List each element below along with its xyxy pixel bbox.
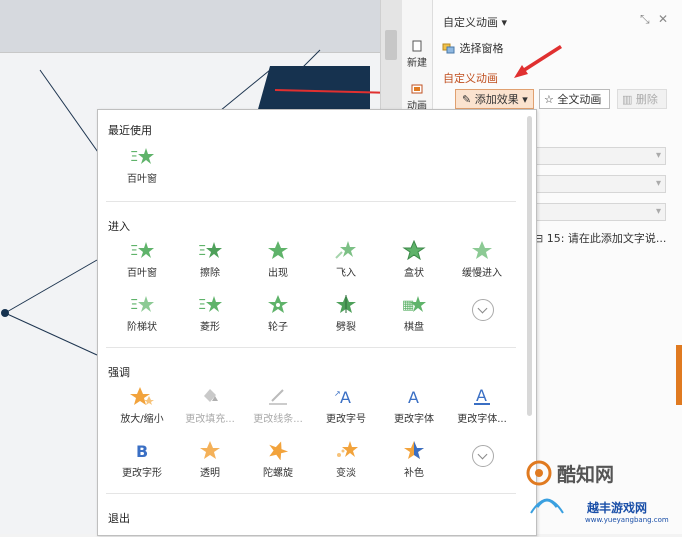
svg-text:A: A (408, 388, 419, 406)
crawl-in-icon (472, 241, 492, 259)
select-pane-icon (442, 43, 455, 54)
effect-change-line[interactable]: 更改线条... (244, 386, 312, 425)
effect-change-font-style[interactable]: B 更改字形 (108, 440, 176, 479)
effect-change-font-size[interactable]: A ↗ 更改字号 (312, 386, 380, 425)
slide-node (1, 309, 9, 317)
effect-step[interactable]: Ξ 阶梯状 (108, 294, 176, 333)
custom-animation-heading: 自定义动画 (443, 72, 498, 85)
select-pane-button[interactable]: 选择窗格 (442, 40, 504, 56)
slide-line (39, 69, 101, 156)
effect-transparency[interactable]: 透明 (176, 440, 244, 479)
entrance-more-button[interactable] (472, 299, 494, 321)
effect-recent-blinds[interactable]: Ξ 百叶窗 (108, 146, 176, 185)
step-icon: Ξ (130, 296, 154, 313)
new-button[interactable]: 新建 (402, 40, 432, 69)
effect-complement-color[interactable]: 补色 (380, 440, 448, 479)
effect-grow-shrink[interactable]: 放大/缩小 (108, 386, 176, 425)
effect-crawl-in[interactable]: 缓慢进入 (448, 240, 516, 279)
animation-list-item[interactable]: ⊟ 15: 请在此添加文字说... (534, 230, 676, 246)
effect-change-font-color[interactable]: A 更改字体... (448, 386, 516, 425)
watermark-brand: 酷知网 (557, 464, 615, 486)
effect-fade[interactable]: 变淡 (312, 440, 380, 479)
wheel-icon (268, 295, 288, 313)
star-outline-icon: ☆ (544, 93, 554, 106)
scrollbar-thumb[interactable] (385, 30, 397, 60)
diamond-icon: Ξ (198, 296, 222, 313)
slide-line (4, 259, 98, 314)
line-color-icon (269, 389, 287, 405)
effect-wheel[interactable]: 轮子 (244, 294, 312, 333)
wipe-icon: Ξ (198, 242, 222, 259)
menu-scrollbar[interactable] (527, 116, 532, 416)
svg-text:Ξ: Ξ (130, 298, 138, 313)
effect-fly-in[interactable]: 飞入 (312, 240, 380, 279)
separator (106, 493, 516, 494)
fill-color-icon (204, 389, 218, 402)
transparency-icon (200, 441, 220, 459)
spin-icon (269, 441, 289, 460)
font-color-icon: A (474, 386, 490, 405)
section-recent-title: 最近使用 (108, 124, 152, 137)
trash-icon: ▥ (622, 93, 633, 106)
watermark: 酷知网 越丰游戏网 www.yueyangbang.com (517, 457, 682, 534)
emphasis-more-button[interactable] (472, 445, 494, 467)
checkerboard-icon: ▦ (402, 296, 426, 313)
svg-text:B: B (136, 442, 148, 460)
effect-change-font[interactable]: A 更改字体 (380, 386, 448, 425)
effect-appear[interactable]: 出现 (244, 240, 312, 279)
property-dropdown[interactable] (536, 175, 666, 193)
effect-spin[interactable]: 陀螺旋 (244, 440, 312, 479)
full-text-animation-button[interactable]: ☆ 全文动画 (539, 89, 610, 109)
effect-checkerboard[interactable]: ▦ 棋盘 (380, 294, 448, 333)
panel-title[interactable]: 自定义动画 ▾ (443, 14, 507, 30)
fly-in-icon (335, 241, 356, 259)
effect-blinds[interactable]: Ξ 百叶窗 (108, 240, 176, 279)
add-effect-menu: 最近使用 Ξ 百叶窗 进入 Ξ 百叶窗 Ξ 擦除 出现 飞入 盒状 缓慢进入 Ξ… (97, 109, 537, 536)
collapse-icon[interactable]: ⤡ (640, 12, 650, 27)
effect-diamond[interactable]: Ξ 菱形 (176, 294, 244, 333)
animation-icon (411, 84, 423, 94)
delete-button[interactable]: ▥ 删除 (617, 89, 667, 109)
svg-text:Ξ: Ξ (198, 244, 206, 259)
section-emphasis-title: 强调 (108, 366, 130, 379)
blinds-icon: Ξ (130, 148, 154, 165)
animation-button[interactable]: 动画 (402, 83, 432, 112)
separator (106, 201, 516, 202)
add-effect-button[interactable]: ✎ 添加效果 ▾ (455, 89, 534, 109)
separator (106, 347, 516, 348)
appear-icon (268, 241, 288, 259)
svg-text:A: A (476, 386, 487, 405)
split-icon (336, 295, 356, 313)
box-icon (402, 240, 426, 260)
grow-shrink-icon (130, 387, 154, 405)
svg-text:▦: ▦ (402, 298, 414, 313)
new-label: 新建 (407, 58, 427, 69)
section-exit-title: 退出 (108, 512, 130, 525)
complement-color-icon (404, 441, 424, 459)
watermark-sub: 越丰游戏网 (587, 501, 648, 515)
start-dropdown[interactable] (536, 147, 666, 165)
fade-icon (337, 441, 358, 457)
font-icon: A (408, 388, 419, 406)
svg-text:Ξ: Ξ (130, 244, 138, 259)
svg-text:Ξ: Ξ (130, 150, 138, 165)
effect-split[interactable]: 劈裂 (312, 294, 380, 333)
effect-wipe[interactable]: Ξ 擦除 (176, 240, 244, 279)
svg-text:Ξ: Ξ (198, 298, 206, 313)
slide-line (4, 312, 98, 356)
watermark-url: www.yueyangbang.com (585, 516, 669, 524)
speed-dropdown[interactable] (536, 203, 666, 221)
close-icon[interactable]: ✕ (658, 12, 668, 26)
panel-side-tab[interactable] (676, 345, 682, 405)
svg-text:↗: ↗ (334, 389, 341, 398)
section-entrance-title: 进入 (108, 220, 130, 233)
effect-box[interactable]: 盒状 (380, 240, 448, 279)
pencil-icon: ✎ (462, 93, 472, 106)
svg-text:A: A (340, 388, 351, 406)
font-style-icon: B (136, 442, 148, 460)
effect-change-fill[interactable]: 更改填充... (176, 386, 244, 425)
blinds-icon: Ξ (130, 242, 154, 259)
font-size-icon: A↗ (334, 388, 351, 406)
new-page-icon (412, 40, 422, 52)
